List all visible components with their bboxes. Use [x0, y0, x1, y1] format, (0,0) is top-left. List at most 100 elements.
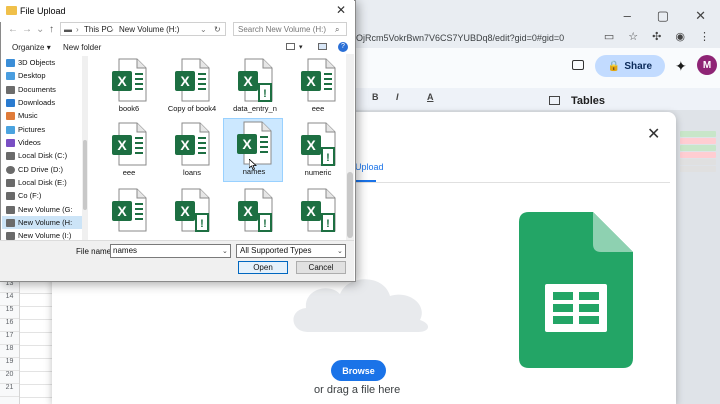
preview-pane-icon[interactable]	[318, 43, 327, 50]
text-color-button[interactable]: A	[427, 92, 434, 102]
open-button[interactable]: Open	[238, 261, 288, 274]
svg-text:X: X	[306, 137, 316, 153]
nav-item-downloads[interactable]: Downloads	[2, 96, 82, 109]
excel-file-warning-icon: X!	[238, 58, 273, 102]
music-icon	[6, 111, 15, 120]
minimize-button[interactable]: –	[624, 8, 631, 24]
cast-icon[interactable]: ▭	[604, 30, 614, 43]
search-placeholder: Search New Volume (H:)	[238, 25, 327, 34]
maximize-button[interactable]: ▢	[657, 8, 669, 24]
breadcrumb-volume[interactable]: New Volume (H:)	[119, 25, 179, 34]
file-item[interactable]: X	[99, 186, 159, 240]
nav-item-new-volume-i[interactable]: New Volume (I:)	[2, 229, 82, 240]
refresh-icon[interactable]: ↻	[214, 25, 221, 34]
share-button[interactable]: 🔒 Share	[595, 55, 665, 77]
row-number[interactable]: 18	[0, 345, 19, 358]
row-number[interactable]: 21	[0, 384, 19, 397]
row-number[interactable]: 17	[0, 332, 19, 345]
chevron-down-icon[interactable]: ⌄	[337, 247, 343, 255]
cancel-button[interactable]: Cancel	[296, 261, 346, 274]
file-item[interactable]: X book6	[99, 56, 159, 118]
nav-item-videos[interactable]: Videos	[2, 136, 82, 149]
svg-text:X: X	[306, 203, 316, 219]
pictures-icon	[6, 125, 15, 134]
extensions-icon[interactable]: ✣	[652, 30, 661, 43]
row-number[interactable]: 19	[0, 358, 19, 371]
file-item[interactable]: X! data_entry_n	[225, 56, 285, 118]
browse-button[interactable]: Browse	[331, 360, 386, 381]
chevron-down-icon[interactable]: ⌄	[222, 247, 228, 255]
nav-item-3d-objects[interactable]: 3D Objects	[2, 56, 82, 69]
help-icon[interactable]: ?	[338, 42, 348, 52]
tables-panel-title: Tables	[571, 95, 606, 107]
file-name-input[interactable]: names	[110, 244, 231, 258]
tab-upload[interactable]: Upload	[355, 162, 384, 172]
bold-button[interactable]: B	[372, 92, 379, 102]
avatar[interactable]: M	[697, 55, 717, 75]
svg-text:!: !	[263, 218, 267, 230]
view-chevron-icon[interactable]: ▾	[299, 43, 303, 51]
file-item-selected[interactable]: X names	[223, 118, 283, 182]
bookmark-star-icon[interactable]: ☆	[628, 30, 638, 43]
dialog-close-icon[interactable]: ✕	[336, 3, 346, 17]
up-arrow-icon[interactable]: ↑	[49, 24, 54, 35]
3d-objects-icon	[6, 58, 15, 67]
nav-scroll-thumb[interactable]	[83, 140, 87, 210]
file-scroll-thumb[interactable]	[347, 172, 353, 238]
nav-item-documents[interactable]: Documents	[2, 83, 82, 96]
nav-item-music[interactable]: Music	[2, 109, 82, 122]
svg-text:!: !	[326, 218, 330, 230]
file-name: data_entry_n	[233, 104, 277, 113]
recent-chevron-icon[interactable]: ⌄	[36, 24, 44, 35]
file-item[interactable]: X loans	[162, 120, 222, 182]
folder-icon	[6, 6, 17, 15]
svg-text:X: X	[180, 73, 190, 89]
search-icon[interactable]: ⌕	[335, 25, 339, 35]
chevron-down-icon[interactable]: ⌄	[200, 25, 207, 34]
share-label: Share	[624, 60, 653, 72]
file-item[interactable]: X!	[225, 186, 285, 240]
svg-text:X: X	[117, 73, 127, 89]
nav-item-local-disk-e[interactable]: Local Disk (E:)	[2, 176, 82, 189]
nav-item-new-volume-h[interactable]: New Volume (H:	[2, 216, 82, 229]
nav-item-local-disk-c[interactable]: Local Disk (C:)	[2, 149, 82, 162]
new-folder-button[interactable]: New folder	[63, 43, 101, 52]
sheet-grid[interactable]	[20, 280, 52, 404]
svg-text:!: !	[263, 88, 267, 100]
breadcrumb-this-pc[interactable]: This PC	[84, 25, 112, 34]
comment-icon[interactable]	[572, 60, 584, 70]
nav-item-desktop[interactable]: Desktop	[2, 69, 82, 82]
nav-item-cd-drive-d[interactable]: CD Drive (D:)	[2, 163, 82, 176]
row-number[interactable]: 16	[0, 319, 19, 332]
row-number[interactable]: 15	[0, 306, 19, 319]
forward-arrow-icon[interactable]: →	[22, 24, 32, 35]
organize-button[interactable]: Organize ▾	[12, 43, 51, 52]
close-icon[interactable]: ✕	[647, 124, 660, 144]
close-window-button[interactable]: ✕	[695, 8, 706, 24]
file-item[interactable]: X Copy of book4	[162, 56, 222, 118]
gemini-icon[interactable]: ✦	[675, 58, 687, 75]
row-number[interactable]: 20	[0, 371, 19, 384]
address-url[interactable]: OjRcm5VokrBwn7V6CS7YUBDq8/edit?gid=0#gid…	[356, 33, 564, 43]
file-type-select[interactable]: All Supported Types	[236, 244, 346, 258]
menu-dots-icon[interactable]: ⋮	[699, 30, 710, 43]
file-item[interactable]: X! numeric	[288, 120, 345, 182]
file-item[interactable]: X!	[288, 186, 345, 240]
lock-icon: 🔒	[607, 60, 621, 72]
file-name: eee	[122, 168, 136, 177]
italic-button[interactable]: I	[396, 92, 399, 102]
view-options-icon[interactable]	[286, 43, 295, 50]
profile-icon[interactable]: ◉	[675, 30, 685, 43]
back-arrow-icon[interactable]: ←	[8, 24, 18, 35]
nav-item-co-f[interactable]: Co (F:)	[2, 189, 82, 202]
file-item[interactable]: X!	[162, 186, 222, 240]
nav-item-pictures[interactable]: Pictures	[2, 123, 82, 136]
drive-icon	[6, 151, 15, 160]
file-item[interactable]: X eee	[99, 120, 159, 182]
row-number[interactable]: 14	[0, 293, 19, 306]
nav-item-new-volume-g[interactable]: New Volume (G:	[2, 203, 82, 216]
desktop-icon	[6, 71, 15, 80]
file-item[interactable]: X eee	[288, 56, 345, 118]
mouse-cursor-icon	[249, 159, 257, 170]
file-name: loans	[183, 168, 201, 177]
